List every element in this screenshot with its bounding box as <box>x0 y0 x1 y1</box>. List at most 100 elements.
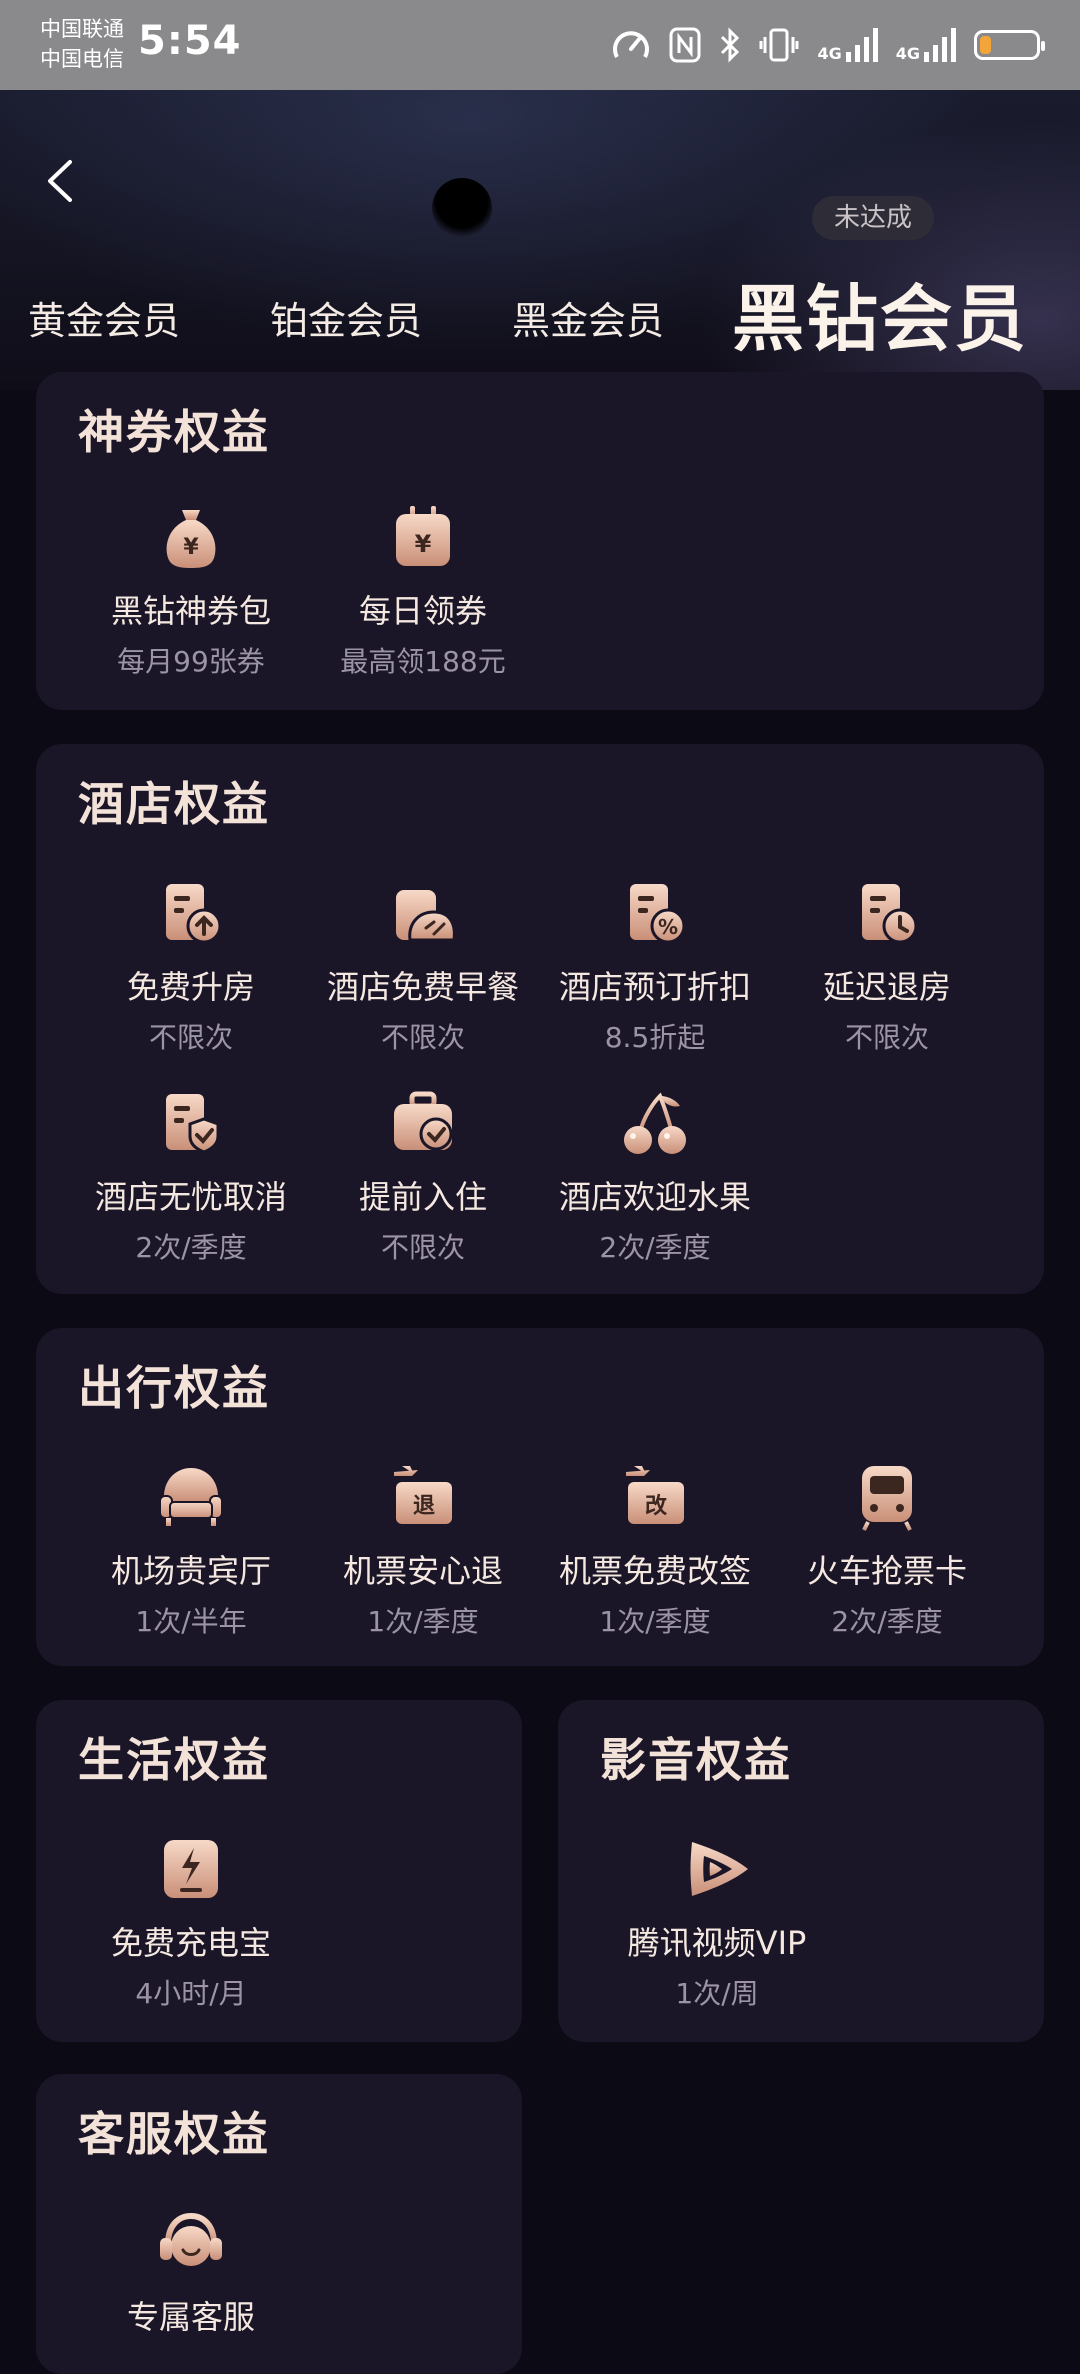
status-time: 5:54 <box>138 18 242 64</box>
tab-black-gold[interactable]: 黑金会员 <box>512 290 664 345</box>
coupon-benefits-card: 神券权益 ¥ 黑钻神券包 每月99张券 ¥ 每日领券 最高领188元 <box>36 372 1044 710</box>
benefit-item[interactable]: 免费升房 不限次 <box>78 878 304 1056</box>
benefit-name: 每日领券 <box>358 592 487 630</box>
svg-text:¥: ¥ <box>415 530 432 558</box>
decorative-orb <box>432 178 492 238</box>
status-badge: 未达成 <box>812 196 934 240</box>
benefit-name: 延迟退房 <box>822 968 951 1006</box>
ticket-glyph: 改 <box>645 1493 668 1519</box>
section-title: 出行权益 <box>78 1361 270 1415</box>
svg-text:%: % <box>658 915 678 939</box>
signal-bars-icon <box>845 28 878 62</box>
calendar-yen-icon: ¥ <box>396 506 450 566</box>
early-checkin-icon <box>394 1091 453 1151</box>
carrier-2: 中国电信 <box>40 47 124 71</box>
tab-black-diamond[interactable]: 黑钻会员 <box>732 260 1028 365</box>
ticket-change-icon: 改 <box>626 1466 684 1524</box>
section-title: 酒店权益 <box>78 777 270 831</box>
benefit-detail: 2次/季度 <box>135 1231 247 1264</box>
money-bag-icon: ¥ <box>166 510 216 568</box>
tab-gold[interactable]: 黄金会员 <box>28 290 180 345</box>
battery-icon <box>974 30 1045 60</box>
section-title: 客服权益 <box>78 2107 270 2161</box>
ticket-refund-icon: 退 <box>394 1466 452 1524</box>
headset-icon <box>160 2212 222 2266</box>
benefit-name: 黑钻神券包 <box>110 592 271 630</box>
benefit-item[interactable]: 火车抢票卡 2次/季度 <box>774 1462 1000 1640</box>
benefit-item[interactable]: 酒店无忧取消 2次/季度 <box>78 1088 304 1266</box>
benefit-detail: 1次/季度 <box>367 1605 479 1638</box>
network-type-2: 4G <box>895 44 920 63</box>
benefit-detail: 2次/季度 <box>831 1605 943 1638</box>
benefit-item[interactable]: 延迟退房 不限次 <box>774 878 1000 1056</box>
travel-benefits-card: 出行权益 机场贵宾厅 1次/半年 退 机票安心退 1次/季度 改 机票免费改签 … <box>36 1328 1044 1666</box>
status-icons: 4G 4G <box>611 22 1045 68</box>
section-title: 生活权益 <box>78 1733 270 1787</box>
benefit-detail: 不限次 <box>380 1021 465 1054</box>
network-type-1: 4G <box>817 44 842 63</box>
cherry-icon <box>624 1092 686 1154</box>
benefit-item[interactable]: 腾讯视频VIP 1次/周 <box>604 1834 830 2012</box>
carrier-1: 中国联通 <box>40 17 124 41</box>
bluetooth-icon <box>721 27 740 63</box>
benefit-detail: 1次/半年 <box>135 1605 247 1638</box>
benefit-detail: 不限次 <box>844 1021 929 1054</box>
train-icon <box>862 1466 912 1531</box>
back-arrow-icon[interactable] <box>40 156 80 206</box>
membership-tabs: 黄金会员 铂金会员 黑金会员 黑钻会员 <box>0 240 1080 361</box>
signal-bars-icon <box>924 28 956 62</box>
speedometer-icon <box>613 31 650 58</box>
benefit-item[interactable]: 退 机票安心退 1次/季度 <box>310 1462 536 1640</box>
benefit-name: 火车抢票卡 <box>806 1552 967 1590</box>
benefit-item[interactable]: 提前入住 不限次 <box>310 1088 536 1266</box>
carrier-info: 中国联通 中国电信 <box>40 14 124 74</box>
benefit-item[interactable]: 专属客服 <box>78 2208 304 2338</box>
section-title: 神券权益 <box>78 405 270 459</box>
svg-text:¥: ¥ <box>183 535 199 560</box>
service-benefits-card: 客服权益 专属客服 <box>36 2074 522 2374</box>
benefit-detail: 4小时/月 <box>135 1977 247 2010</box>
benefit-item[interactable]: 免费充电宝 4小时/月 <box>78 1834 304 2012</box>
battery-level <box>980 36 991 54</box>
section-title: 影音权益 <box>600 1733 792 1787</box>
free-cancel-icon <box>166 1094 220 1154</box>
benefit-detail: 1次/周 <box>675 1977 759 2010</box>
benefit-item[interactable]: 酒店欢迎水果 2次/季度 <box>542 1088 768 1266</box>
benefit-item[interactable]: % 酒店预订折扣 8.5折起 <box>542 878 768 1056</box>
signal-2: 4G <box>896 28 956 62</box>
benefit-name: 机场贵宾厅 <box>110 1552 271 1590</box>
benefit-name: 提前入住 <box>358 1178 487 1216</box>
benefit-name: 腾讯视频VIP <box>627 1924 807 1962</box>
benefit-item[interactable]: ¥ 黑钻神券包 每月99张券 <box>78 502 304 680</box>
benefit-name: 免费升房 <box>126 968 255 1006</box>
discount-icon: % <box>630 884 686 944</box>
late-checkout-icon <box>862 884 918 944</box>
benefit-name: 机票免费改签 <box>558 1552 751 1590</box>
vibrate-icon <box>759 28 799 62</box>
breakfast-icon <box>396 890 456 942</box>
benefit-name: 专属客服 <box>126 2298 255 2336</box>
benefit-item[interactable]: 酒店免费早餐 不限次 <box>310 878 536 1056</box>
benefit-item[interactable]: 改 机票免费改签 1次/季度 <box>542 1462 768 1640</box>
life-benefits-card: 生活权益 免费充电宝 4小时/月 <box>36 1700 522 2042</box>
benefit-detail: 不限次 <box>380 1231 465 1264</box>
benefit-detail: 2次/季度 <box>599 1231 711 1264</box>
room-upgrade-icon <box>166 884 222 944</box>
tab-platinum[interactable]: 铂金会员 <box>270 290 422 345</box>
benefit-detail: 8.5折起 <box>604 1021 706 1054</box>
status-bar: 中国联通 中国电信 5:54 4G 4G <box>0 0 1080 90</box>
tencent-video-icon <box>690 1842 748 1896</box>
ticket-glyph: 退 <box>413 1494 435 1519</box>
vip-lounge-icon <box>159 1468 223 1526</box>
benefit-item[interactable]: 机场贵宾厅 1次/半年 <box>78 1462 304 1640</box>
benefit-name: 免费充电宝 <box>110 1924 271 1962</box>
benefit-name: 酒店欢迎水果 <box>558 1178 751 1216</box>
benefit-detail: 不限次 <box>148 1021 233 1054</box>
benefit-detail: 最高领188元 <box>340 645 506 678</box>
benefit-item[interactable]: ¥ 每日领券 最高领188元 <box>310 502 536 680</box>
hotel-benefits-card: 酒店权益 免费升房 不限次 酒店免费早餐 不限次 % 酒店预订折扣 8.5折起 <box>36 744 1044 1294</box>
benefit-name: 酒店预订折扣 <box>558 968 751 1006</box>
nfc-icon <box>669 27 701 63</box>
signal-1: 4G <box>817 28 878 63</box>
benefit-name: 机票安心退 <box>342 1552 503 1590</box>
